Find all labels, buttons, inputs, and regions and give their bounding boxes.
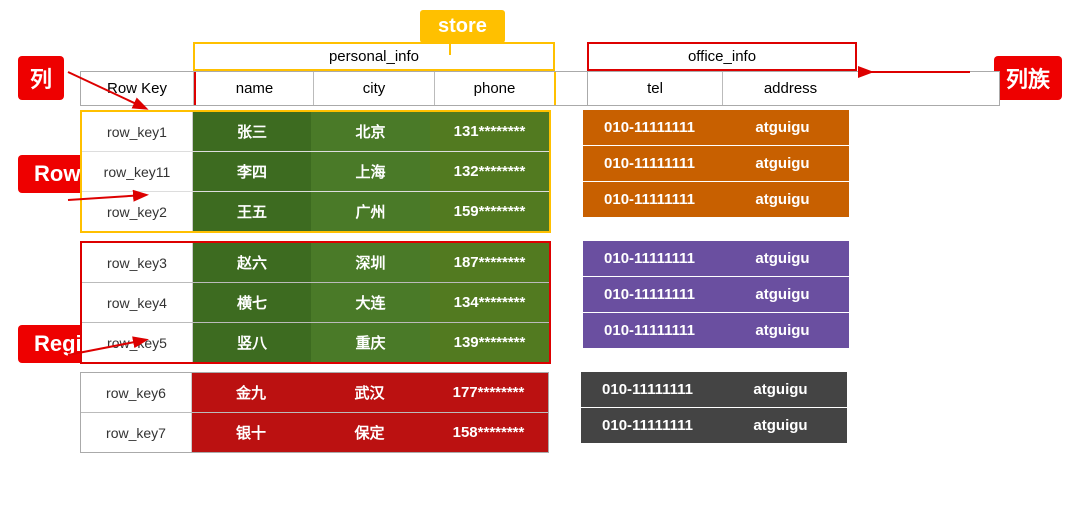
cell-phone: 159******** — [430, 192, 549, 231]
region1-group: row_key1 张三 北京 131******** row_key11 李四 … — [80, 110, 1000, 233]
table-row: 010-11111111 atguigu — [583, 146, 849, 182]
table-row: row_key4 横七 大连 134******** — [82, 283, 549, 323]
table-row: 010-11111111 atguigu — [583, 241, 849, 277]
region2-group: row_key3 赵六 深圳 187******** row_key4 横七 大… — [80, 241, 1000, 364]
cell-phone: 177******** — [429, 373, 548, 412]
table-row: 010-11111111 atguigu — [581, 372, 847, 408]
col-address: address — [723, 72, 858, 105]
region3-group: row_key6 金九 武汉 177******** row_key7 银十 保… — [80, 372, 1000, 453]
cell-rowkey: row_key5 — [82, 323, 193, 362]
cell-address: atguigu — [716, 182, 849, 217]
table-row: row_key11 李四 上海 132******** — [82, 152, 549, 192]
cell-city: 大连 — [311, 283, 430, 322]
cell-phone: 187******** — [430, 243, 549, 282]
table-row: row_key5 竖八 重庆 139******** — [82, 323, 549, 362]
cell-rowkey: row_key11 — [82, 152, 193, 191]
cell-tel: 010-11111111 — [583, 146, 716, 181]
store-label: store — [420, 10, 505, 43]
col-headers: Row Key name city phone tel address — [80, 71, 1000, 106]
col-phone: phone — [435, 72, 556, 105]
cell-rowkey: row_key7 — [81, 413, 192, 452]
cell-phone: 139******** — [430, 323, 549, 362]
layout: personal_info office_info Row Key name c… — [80, 42, 1000, 453]
cell-city: 重庆 — [311, 323, 430, 362]
cell-rowkey: row_key3 — [82, 243, 193, 282]
cell-city: 武汉 — [310, 373, 429, 412]
cell-name: 竖八 — [193, 323, 311, 362]
table-row: 010-11111111 atguigu — [581, 408, 847, 443]
personal-info-label: personal_info — [193, 42, 555, 71]
table-row: row_key1 张三 北京 131******** — [82, 112, 549, 152]
cell-name: 赵六 — [193, 243, 311, 282]
table-row: 010-11111111 atguigu — [583, 313, 849, 348]
cell-name: 金九 — [192, 373, 310, 412]
cell-phone: 132******** — [430, 152, 549, 191]
cell-name: 王五 — [193, 192, 311, 231]
cell-tel: 010-11111111 — [583, 110, 716, 145]
col-tel: tel — [588, 72, 723, 105]
cell-tel: 010-11111111 — [583, 182, 716, 217]
region1-personal: row_key1 张三 北京 131******** row_key11 李四 … — [80, 110, 551, 233]
spacer2 — [80, 364, 1000, 372]
lie-label: 列 — [18, 56, 64, 100]
region1-office: 010-11111111 atguigu 010-11111111 atguig… — [583, 110, 849, 233]
cell-address: atguigu — [716, 277, 849, 312]
cell-rowkey: row_key2 — [82, 192, 193, 231]
cell-name: 银十 — [192, 413, 310, 452]
table-row: row_key7 银十 保定 158******** — [81, 413, 548, 452]
family-labels-row: personal_info office_info — [193, 42, 1000, 71]
table-row: row_key3 赵六 深圳 187******** — [82, 243, 549, 283]
cell-name: 横七 — [193, 283, 311, 322]
region2-office: 010-11111111 atguigu 010-11111111 atguig… — [583, 241, 849, 364]
region3-office: 010-11111111 atguigu 010-11111111 atguig… — [581, 372, 847, 453]
cell-address: atguigu — [716, 146, 849, 181]
region3-personal: row_key6 金九 武汉 177******** row_key7 银十 保… — [80, 372, 549, 453]
col-name: name — [194, 72, 314, 105]
cell-tel: 010-11111111 — [581, 372, 714, 407]
cell-city: 广州 — [311, 192, 430, 231]
cell-phone: 158******** — [429, 413, 548, 452]
cell-rowkey: row_key4 — [82, 283, 193, 322]
table-row: row_key6 金九 武汉 177******** — [81, 373, 548, 413]
cell-city: 深圳 — [311, 243, 430, 282]
table-row: 010-11111111 atguigu — [583, 110, 849, 146]
cell-phone: 134******** — [430, 283, 549, 322]
cell-city: 北京 — [311, 112, 430, 151]
office-info-label: office_info — [587, 42, 857, 71]
cell-rowkey: row_key1 — [82, 112, 193, 151]
cell-tel: 010-11111111 — [581, 408, 714, 443]
cell-tel: 010-11111111 — [583, 313, 716, 348]
cell-rowkey: row_key6 — [81, 373, 192, 412]
liezu-label: 列族 — [994, 56, 1062, 100]
table-row: 010-11111111 atguigu — [583, 182, 849, 217]
cell-phone: 131******** — [430, 112, 549, 151]
table-row: row_key2 王五 广州 159******** — [82, 192, 549, 231]
table-row: 010-11111111 atguigu — [583, 277, 849, 313]
cell-address: atguigu — [714, 372, 847, 407]
cell-name: 李四 — [193, 152, 311, 191]
cell-address: atguigu — [716, 313, 849, 348]
region2-personal: row_key3 赵六 深圳 187******** row_key4 横七 大… — [80, 241, 551, 364]
spacer1 — [80, 233, 1000, 241]
cell-tel: 010-11111111 — [583, 277, 716, 312]
col-rowkey: Row Key — [81, 72, 194, 105]
cell-address: atguigu — [714, 408, 847, 443]
cell-address: atguigu — [716, 241, 849, 276]
cell-name: 张三 — [193, 112, 311, 151]
cell-address: atguigu — [716, 110, 849, 145]
cell-tel: 010-11111111 — [583, 241, 716, 276]
cell-city: 保定 — [310, 413, 429, 452]
main-container: store 列 列族 Row key Region — [0, 0, 1080, 523]
cell-city: 上海 — [311, 152, 430, 191]
col-city: city — [314, 72, 435, 105]
